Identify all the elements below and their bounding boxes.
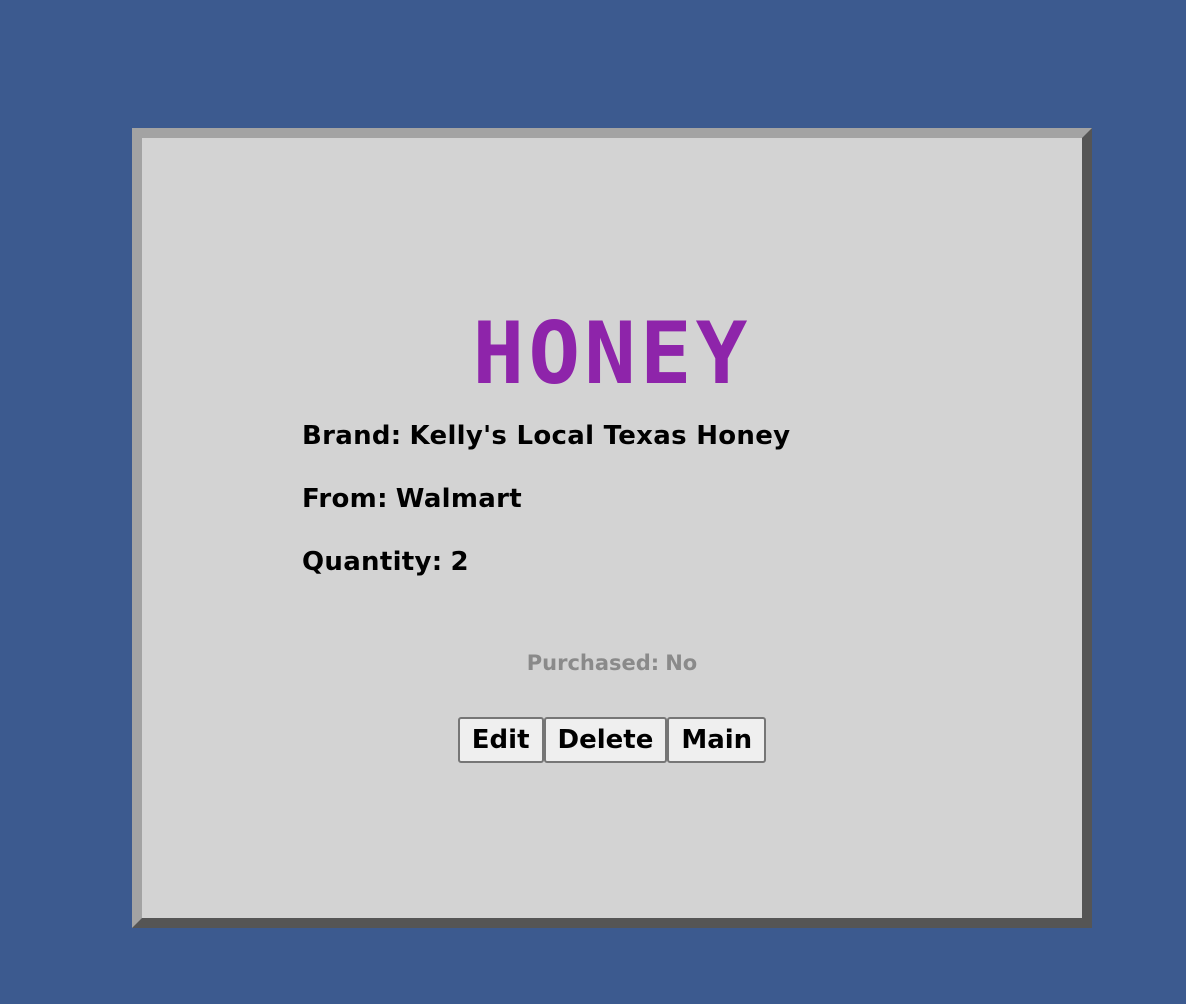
brand-value: Kelly's Local Texas Honey xyxy=(409,421,791,451)
brand-row: Brand: Kelly's Local Texas Honey xyxy=(302,421,790,451)
brand-label: Brand: xyxy=(302,421,402,451)
quantity-label: Quantity: xyxy=(302,547,443,577)
delete-button[interactable]: Delete xyxy=(543,717,668,763)
quantity-value: 2 xyxy=(450,547,469,577)
from-value: Walmart xyxy=(395,484,522,514)
quantity-row: Quantity: 2 xyxy=(302,547,790,577)
purchased-value: No xyxy=(665,651,698,675)
from-label: From: xyxy=(302,484,388,514)
purchased-label: Purchased: xyxy=(526,651,660,675)
from-row: From: Walmart xyxy=(302,484,790,514)
item-title: HONEY xyxy=(472,304,752,404)
item-details: Brand: Kelly's Local Texas Honey From: Wal… xyxy=(302,421,790,610)
edit-button[interactable]: Edit xyxy=(457,717,544,763)
purchased-status: Purchased: No xyxy=(142,650,1082,676)
main-button[interactable]: Main xyxy=(667,717,767,763)
item-card: HONEY Brand: Kelly's Local Texas Honey Fr… xyxy=(132,128,1092,928)
action-buttons: Edit Delete Main xyxy=(142,717,1082,763)
